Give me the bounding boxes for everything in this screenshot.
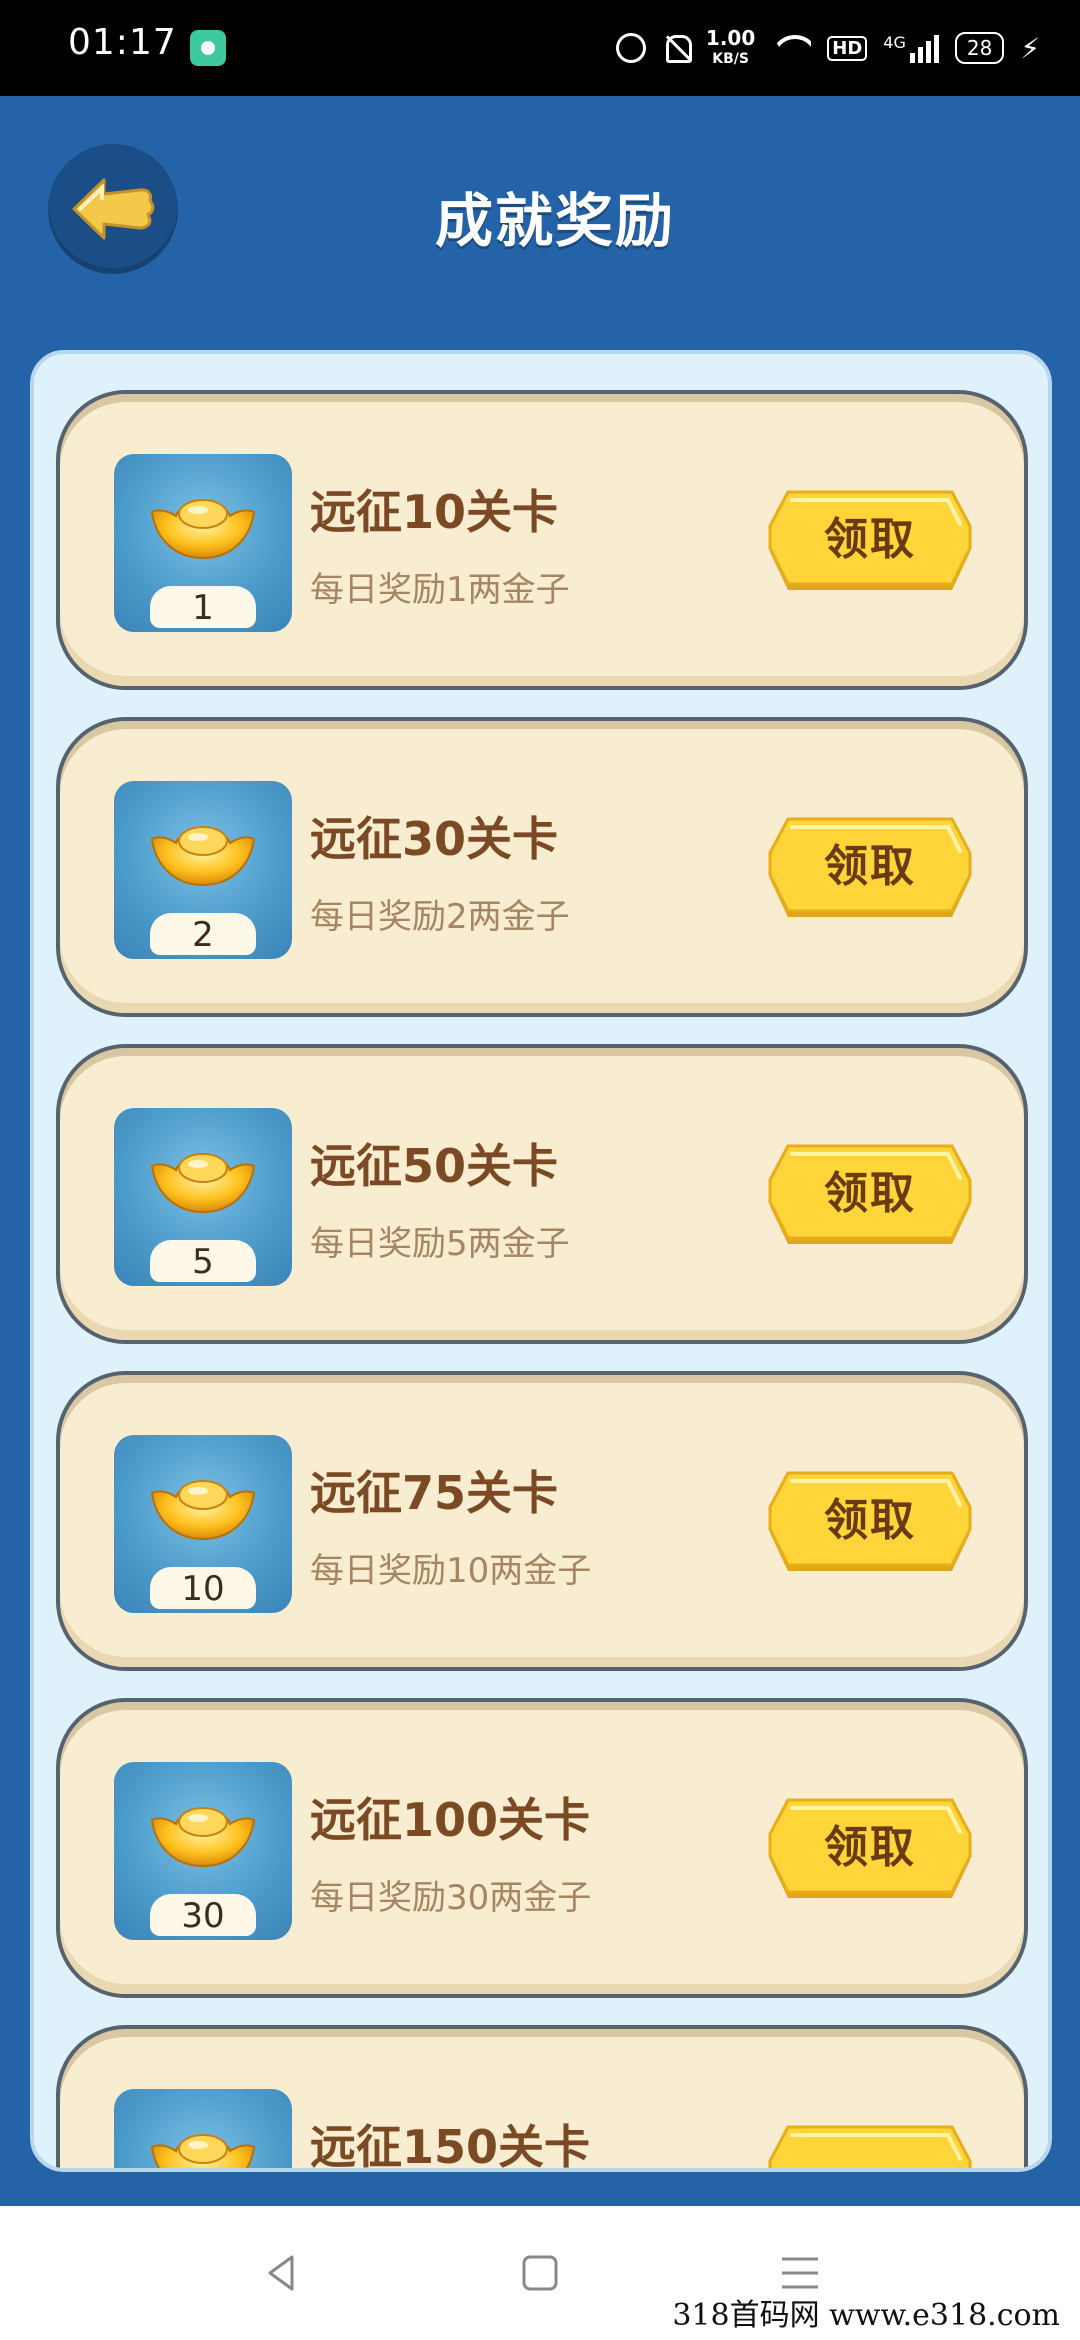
rewards-panel: 1 远征10关卡 每日奖励1两金子 领取 2 远征30关卡 每日奖励2两金子 领… (30, 350, 1052, 2172)
reward-count: 10 (150, 1567, 256, 1609)
reward-subtitle: 每日奖励10两金子 (310, 1551, 592, 1591)
mute-bell-icon (662, 33, 692, 63)
claim-button-label: 领取 (824, 514, 916, 565)
reward-card: 1 远征10关卡 每日奖励1两金子 领取 (56, 390, 1028, 690)
reward-title: 远征50关卡 (310, 1139, 559, 1193)
gold-ingot-tile: 1 (114, 454, 292, 632)
reward-card: 30 远征100关卡 每日奖励30两金子 领取 (56, 1698, 1028, 1998)
claim-button-label: 领取 (824, 841, 916, 892)
reward-subtitle: 每日奖励1两金子 (310, 570, 570, 610)
nav-back-button[interactable] (222, 2206, 342, 2340)
hd-badge: HD (827, 35, 868, 61)
reward-title: 远征30关卡 (310, 812, 559, 866)
claim-button-label: 领取 (824, 1495, 916, 1546)
gold-ingot-icon (150, 826, 256, 887)
rewards-list[interactable]: 1 远征10关卡 每日奖励1两金子 领取 2 远征30关卡 每日奖励2两金子 领… (56, 390, 1030, 2172)
system-nav-bar: 318首码网 www.e318.com (0, 2206, 1080, 2340)
gold-ingot-icon (150, 2134, 256, 2168)
network-type: 4G (883, 33, 906, 52)
reward-count: 5 (150, 1240, 256, 1282)
gold-ingot-icon (150, 1153, 256, 1214)
network-speed-unit: KB/S (712, 50, 749, 67)
claim-button-label: 领取 (824, 1168, 916, 1219)
gold-ingot-icon (150, 1807, 256, 1868)
square-home-icon (522, 2255, 558, 2291)
network-speed-value: 1.00 (705, 25, 756, 50)
claim-button[interactable]: 领取 (766, 490, 974, 596)
reward-title: 远征75关卡 (310, 1466, 559, 1520)
header: 成就奖励 (0, 96, 1080, 346)
reward-title: 远征100关卡 (310, 1793, 591, 1847)
gold-ingot-tile: 5 (114, 1108, 292, 1286)
reward-subtitle: 每日奖励5两金子 (310, 1224, 570, 1264)
wifi-icon (771, 33, 811, 63)
app-notification-icon (190, 30, 226, 66)
page-title: 成就奖励 (434, 187, 675, 255)
watermark: 318首码网 www.e318.com (666, 2290, 1066, 2334)
gold-ingot-icon (150, 499, 256, 560)
claim-button-label (766, 2125, 974, 2168)
reward-count: 1 (150, 586, 256, 628)
gold-ingot-icon (150, 1480, 256, 1541)
triangle-back-icon (268, 2255, 294, 2291)
reward-title: 远征150关卡 (310, 2120, 591, 2172)
reward-card: 2 远征30关卡 每日奖励2两金子 领取 (56, 717, 1028, 1017)
reward-card: 远征150关卡 (56, 2025, 1028, 2172)
charging-icon: ⚡ (1020, 31, 1040, 65)
status-time: 01:17 (68, 22, 177, 63)
reward-card: 5 远征50关卡 每日奖励5两金子 领取 (56, 1044, 1028, 1344)
gold-ingot-tile: 10 (114, 1435, 292, 1613)
claim-button[interactable]: 领取 (766, 817, 974, 923)
alarm-icon (615, 33, 646, 63)
claim-button[interactable]: 领取 (766, 1798, 974, 1904)
gold-ingot-tile: 2 (114, 781, 292, 959)
reward-card: 10 远征75关卡 每日奖励10两金子 领取 (56, 1371, 1028, 1671)
reward-subtitle: 每日奖励30两金子 (310, 1878, 592, 1918)
status-icons: 1.00 KB/S HD 4G 28 ⚡ (615, 24, 1040, 72)
claim-button[interactable] (766, 2125, 974, 2168)
reward-subtitle: 每日奖励2两金子 (310, 897, 570, 937)
signal-icon: 4G (883, 33, 939, 63)
status-bar: 01:17 1.00 KB/S HD 4G 28 ⚡ (0, 0, 1080, 96)
network-speed: 1.00 KB/S (705, 25, 756, 68)
gold-ingot-tile (114, 2089, 292, 2168)
claim-button[interactable]: 领取 (766, 1471, 974, 1577)
reward-count: 2 (150, 913, 256, 955)
claim-button-label: 领取 (824, 1822, 916, 1873)
reward-count: 30 (150, 1894, 256, 1936)
nav-home-button[interactable] (480, 2206, 600, 2340)
reward-title: 远征10关卡 (310, 485, 559, 539)
claim-button[interactable]: 领取 (766, 1144, 974, 1250)
menu-lines-icon (782, 2257, 818, 2289)
battery-icon: 28 (954, 32, 1005, 64)
gold-ingot-tile: 30 (114, 1762, 292, 1940)
